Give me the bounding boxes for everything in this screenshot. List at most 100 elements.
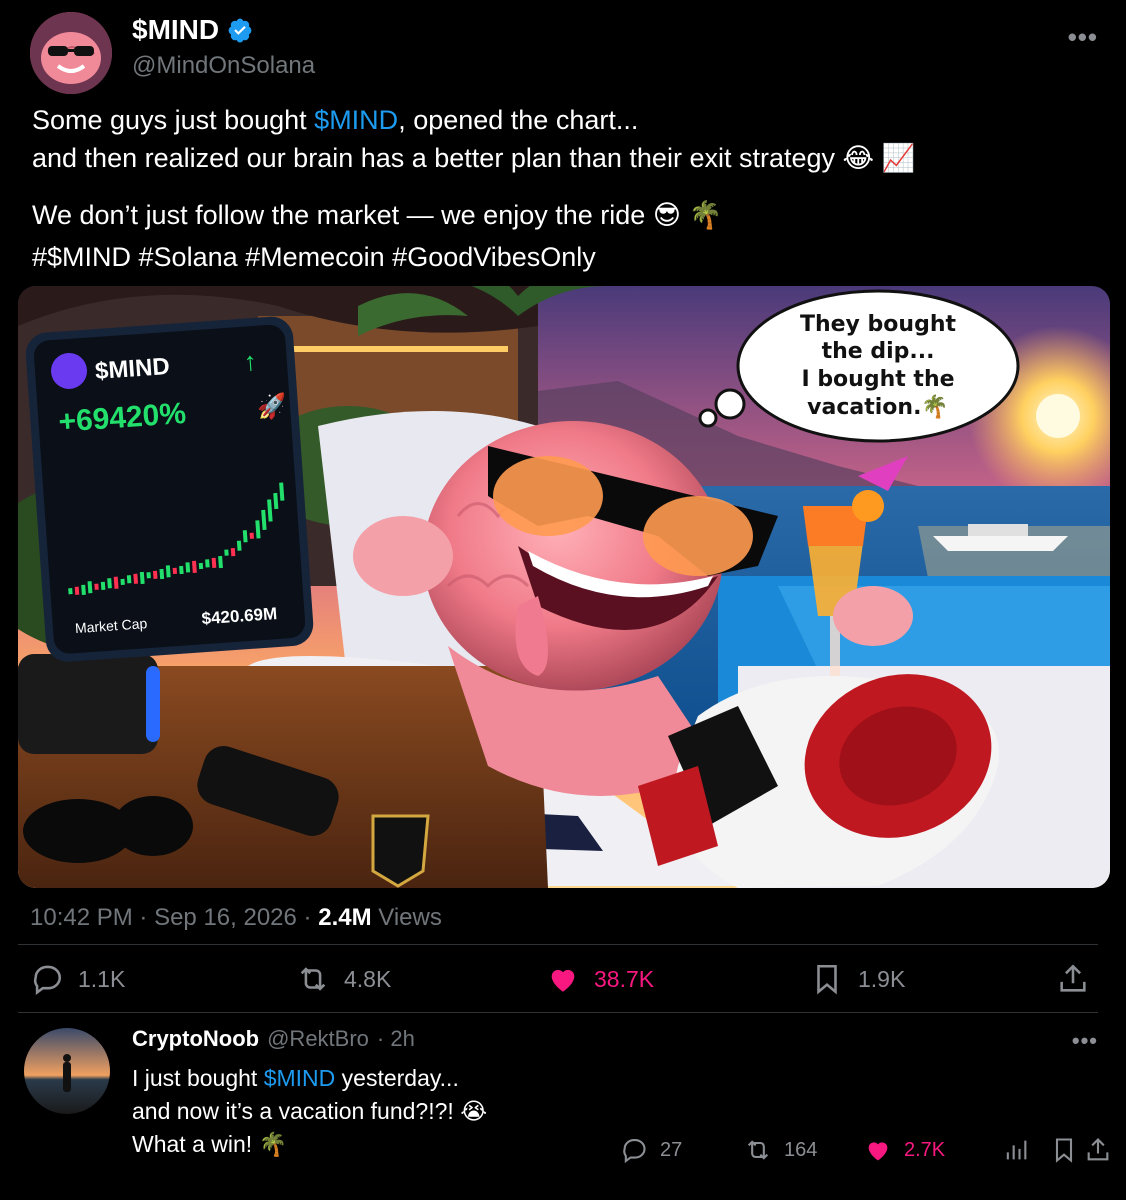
- phone-candle: [74, 586, 80, 595]
- phone-ticker: $MIND: [94, 353, 170, 385]
- reply-reply-button[interactable]: 27: [620, 1136, 682, 1164]
- tweet-text: and then realized our brain has a better…: [32, 143, 835, 173]
- reply-share-button[interactable]: [1084, 1136, 1112, 1164]
- phone-candle: [165, 565, 171, 578]
- tweet-date[interactable]: Sep 16, 2026: [154, 904, 297, 931]
- reply-more-options-icon[interactable]: •••: [1072, 1028, 1098, 1054]
- bookmark-icon: [817, 964, 837, 995]
- phone-candle: [236, 540, 242, 551]
- meta-separator: ·: [139, 904, 148, 931]
- svg-text:↑: ↑: [243, 346, 258, 377]
- author-handle[interactable]: @MindOnSolana: [132, 52, 315, 80]
- reply-header: CryptoNoob @RektBro · 2h: [132, 1026, 415, 1052]
- phone-candle: [113, 576, 119, 589]
- views-count: 2.4M: [318, 904, 372, 931]
- repost-icon: [747, 1140, 769, 1160]
- phone-candle: [185, 562, 191, 573]
- like-count: 38.7K: [594, 965, 655, 992]
- phone-candle: [224, 549, 229, 556]
- share-button[interactable]: [1056, 962, 1090, 996]
- phone-candle: [230, 548, 236, 557]
- more-options-icon[interactable]: •••: [1068, 22, 1098, 53]
- heart-filled-icon: [868, 1142, 888, 1161]
- phone-candle: [107, 578, 112, 589]
- phone-candle: [205, 559, 210, 568]
- phone-candle: [120, 578, 125, 586]
- author-name-text[interactable]: $MIND: [132, 14, 219, 46]
- bookmark-count: 1.9K: [858, 965, 906, 992]
- divider: [18, 944, 1098, 945]
- repost-count: 4.8K: [344, 965, 392, 992]
- reply-analytics-button[interactable]: [1002, 1136, 1030, 1164]
- phone-candle: [133, 573, 139, 584]
- author-avatar[interactable]: [30, 12, 112, 94]
- tweet-line-3: We don’t just follow the market — we enj…: [32, 196, 1102, 234]
- reply-icon: [33, 965, 61, 996]
- share-icon: [1060, 964, 1086, 992]
- reply-count: 1.1K: [78, 965, 126, 992]
- emoji: 😭: [460, 1098, 488, 1124]
- phone-candle: [87, 581, 93, 594]
- reply-cashtag-link[interactable]: $MIND: [264, 1065, 336, 1091]
- tweet-time[interactable]: 10:42 PM: [30, 904, 133, 931]
- reply-text: What a win!: [132, 1131, 253, 1157]
- divider: [18, 1012, 1098, 1013]
- phone-candle: [81, 584, 86, 595]
- tweet-line-1: Some guys just bought $MIND, opened the …: [32, 101, 1102, 139]
- phone-candle: [172, 567, 178, 574]
- phone-candle: [139, 571, 145, 585]
- reply-text: yesterday...: [335, 1065, 459, 1091]
- reply-bookmark-button[interactable]: [1050, 1136, 1078, 1164]
- reply-like-count: 2.7K: [904, 1138, 946, 1161]
- views-label: Views: [378, 904, 442, 931]
- bookmark-button[interactable]: 1.9K: [810, 962, 905, 996]
- meta-separator: ·: [303, 904, 312, 931]
- reply-icon: [623, 1139, 646, 1164]
- phone-candle: [198, 562, 204, 570]
- tweet-media-image[interactable]: $MIND ↑ +69420% 🚀 Market Cap $420.69M Th…: [18, 286, 1110, 888]
- phone-candle: [242, 530, 248, 543]
- reply-time[interactable]: · 2h: [377, 1026, 415, 1052]
- like-button[interactable]: 38.7K: [546, 962, 654, 996]
- cashtag-link[interactable]: $MIND: [314, 105, 398, 135]
- phone-candle: [191, 560, 197, 574]
- tweet-text: Some guys just bought: [32, 105, 315, 135]
- phone-candle: [94, 583, 99, 590]
- repost-button[interactable]: 4.8K: [296, 962, 391, 996]
- verified-badge-icon: [228, 18, 252, 43]
- phone-candle: [152, 570, 158, 579]
- reply-text: I just bought: [132, 1065, 264, 1091]
- reply-reply-count: 27: [660, 1138, 683, 1161]
- reply-author-name[interactable]: CryptoNoob: [132, 1026, 259, 1052]
- emoji: 😎 🌴: [652, 200, 723, 230]
- bubble-line-1: They bought: [800, 312, 957, 337]
- phone-candle: [146, 572, 151, 579]
- svg-text:🚀: 🚀: [256, 392, 288, 422]
- tweet-text: , opened the chart...: [398, 105, 639, 135]
- reply-body: I just bought $MIND yesterday... and now…: [132, 1062, 487, 1161]
- share-icon: [1087, 1138, 1109, 1161]
- bubble-line-3: I bought the: [801, 367, 954, 392]
- tweet-meta: 10:42 PM · Sep 16, 2026 · 2.4M Views: [30, 904, 442, 932]
- tweet-line-2: and then realized our brain has a better…: [32, 139, 1102, 177]
- analytics-icon: [1006, 1140, 1027, 1160]
- tweet-text: We don’t just follow the market — we enj…: [32, 200, 646, 230]
- reply-text: and now it’s a vacation fund?!?!: [132, 1098, 454, 1124]
- bubble-line-2: the dip...: [822, 339, 935, 364]
- reply-repost-button[interactable]: 164: [744, 1136, 817, 1164]
- reply-like-button[interactable]: 2.7K: [864, 1136, 945, 1164]
- phone-candle: [68, 588, 73, 595]
- reply-author-handle[interactable]: @RektBro: [267, 1026, 369, 1052]
- phone-candle: [211, 557, 217, 569]
- reply-avatar[interactable]: [24, 1028, 110, 1114]
- emoji: 😂 📈: [842, 143, 916, 173]
- phone-candle: [218, 555, 223, 569]
- bubble-line-4: vacation.🌴: [807, 394, 949, 420]
- reply-button[interactable]: 1.1K: [30, 962, 125, 996]
- phone-candle: [126, 575, 132, 584]
- emoji: 🌴: [258, 1131, 288, 1157]
- hashtag-links[interactable]: #$MIND #Solana #Memecoin #GoodVibesOnly: [32, 238, 1102, 276]
- repost-icon: [300, 967, 326, 991]
- bookmark-icon: [1055, 1138, 1073, 1163]
- author-display-name[interactable]: $MIND: [132, 14, 253, 46]
